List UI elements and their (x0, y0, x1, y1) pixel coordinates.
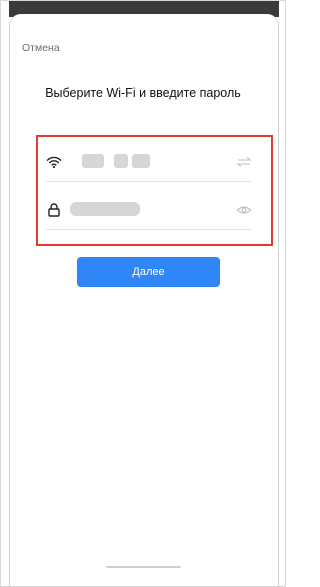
password-blurred (70, 202, 140, 216)
page-title: Выберите Wi-Fi и введите пароль (45, 86, 241, 100)
cancel-button[interactable]: Отмена (22, 42, 60, 54)
wifi-name-blurred (82, 154, 104, 168)
lock-icon (46, 202, 62, 218)
next-button[interactable]: Далее (77, 257, 220, 287)
wifi-icon (46, 154, 62, 170)
row-divider (46, 229, 252, 230)
wifi-row[interactable] (46, 142, 252, 182)
wifi-name-blurred (132, 154, 150, 168)
eye-icon[interactable] (236, 202, 252, 218)
switch-network-icon[interactable] (236, 154, 252, 170)
wifi-name-blurred (114, 154, 128, 168)
home-indicator (106, 566, 181, 568)
row-divider (46, 181, 252, 182)
password-row[interactable] (46, 190, 252, 230)
